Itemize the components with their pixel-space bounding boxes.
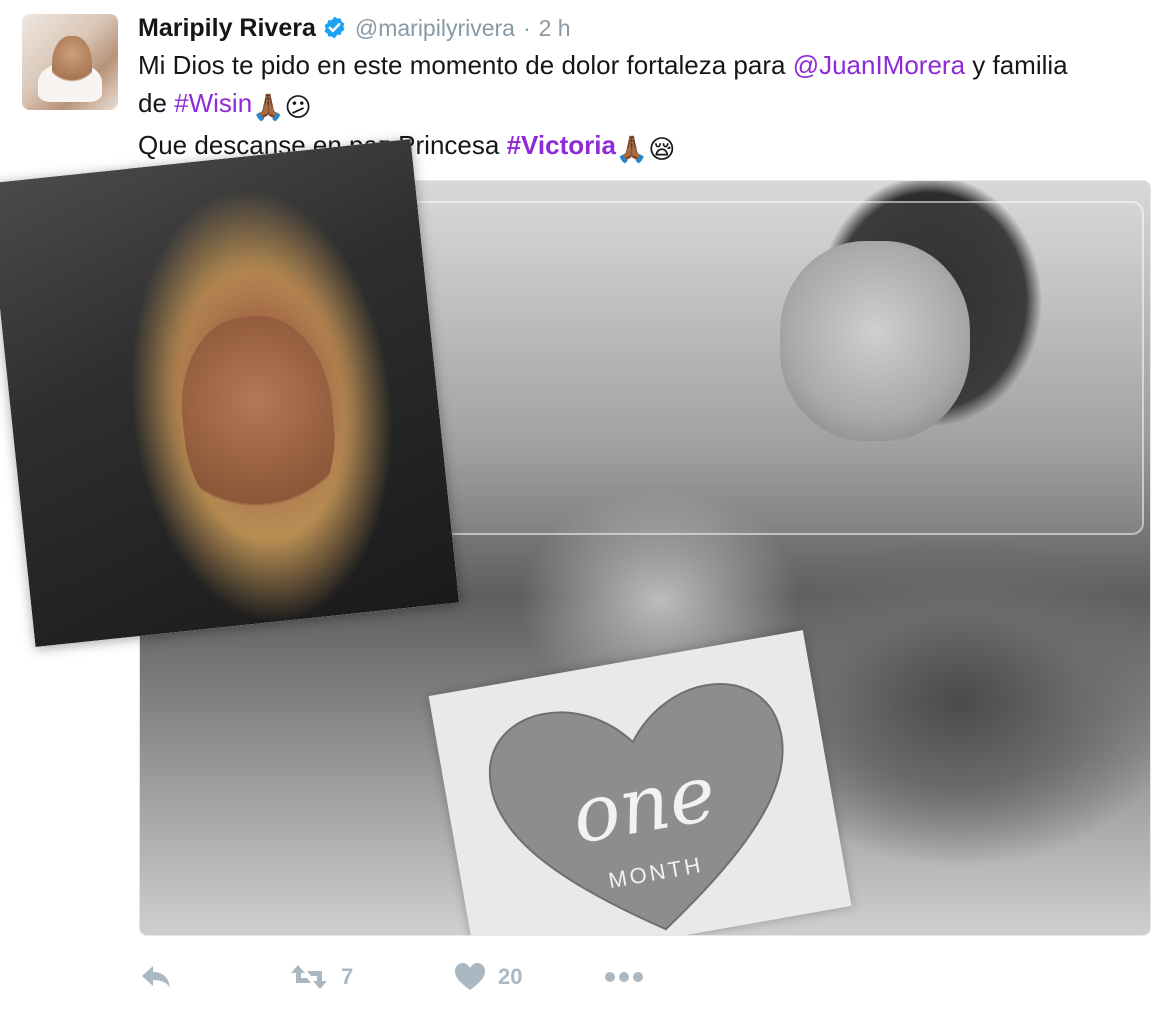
tweet: Maripily Rivera @maripilyrivera · 2 h Mi… (0, 0, 1166, 1010)
text-segment: Mi Dios te pido en este momento de dolor… (138, 50, 793, 80)
praying-hands-emoji: 🙏🏾 (252, 92, 285, 122)
praying-hands-emoji: 🙏🏾 (615, 134, 649, 164)
tweet-actions: 7 20 (139, 955, 664, 999)
text-segment: y familia (965, 50, 1068, 80)
avatar[interactable] (22, 14, 118, 110)
tweet-line-1: Mi Dios te pido en este momento de dolor… (138, 46, 1148, 84)
like-button[interactable]: 20 (454, 963, 604, 991)
author-handle[interactable]: @maripilyrivera (355, 15, 515, 42)
more-button[interactable] (604, 971, 664, 983)
timestamp[interactable]: 2 h (539, 15, 571, 42)
confused-face-emoji: 😕 (284, 92, 312, 122)
reply-icon (139, 963, 173, 991)
heart-icon (454, 963, 486, 991)
like-count: 20 (498, 964, 523, 989)
tweet-line-2: de #Wisin🙏🏾😕 (138, 84, 1148, 126)
text-segment: de (138, 88, 175, 118)
author-name[interactable]: Maripily Rivera (138, 14, 316, 43)
retweet-button[interactable]: 7 (289, 963, 454, 991)
separator-dot: · (522, 14, 531, 41)
verified-badge-icon (322, 15, 347, 40)
sleepy-face-emoji: 😪 (648, 134, 676, 164)
reply-button[interactable] (139, 963, 289, 991)
photo-face-shape (780, 241, 970, 441)
retweet-count: 7 (341, 964, 354, 989)
overlay-photo (0, 139, 460, 647)
hashtag-link[interactable]: #Wisin (174, 88, 252, 118)
more-icon (604, 971, 644, 983)
retweet-icon (289, 963, 329, 991)
mention-link[interactable]: @JuanIMorera (793, 50, 965, 80)
tweet-header: Maripily Rivera @maripilyrivera · 2 h (138, 10, 571, 46)
tweet-text: Mi Dios te pido en este momento de dolor… (138, 46, 1148, 168)
hashtag-link[interactable]: #Victoria (507, 130, 616, 160)
